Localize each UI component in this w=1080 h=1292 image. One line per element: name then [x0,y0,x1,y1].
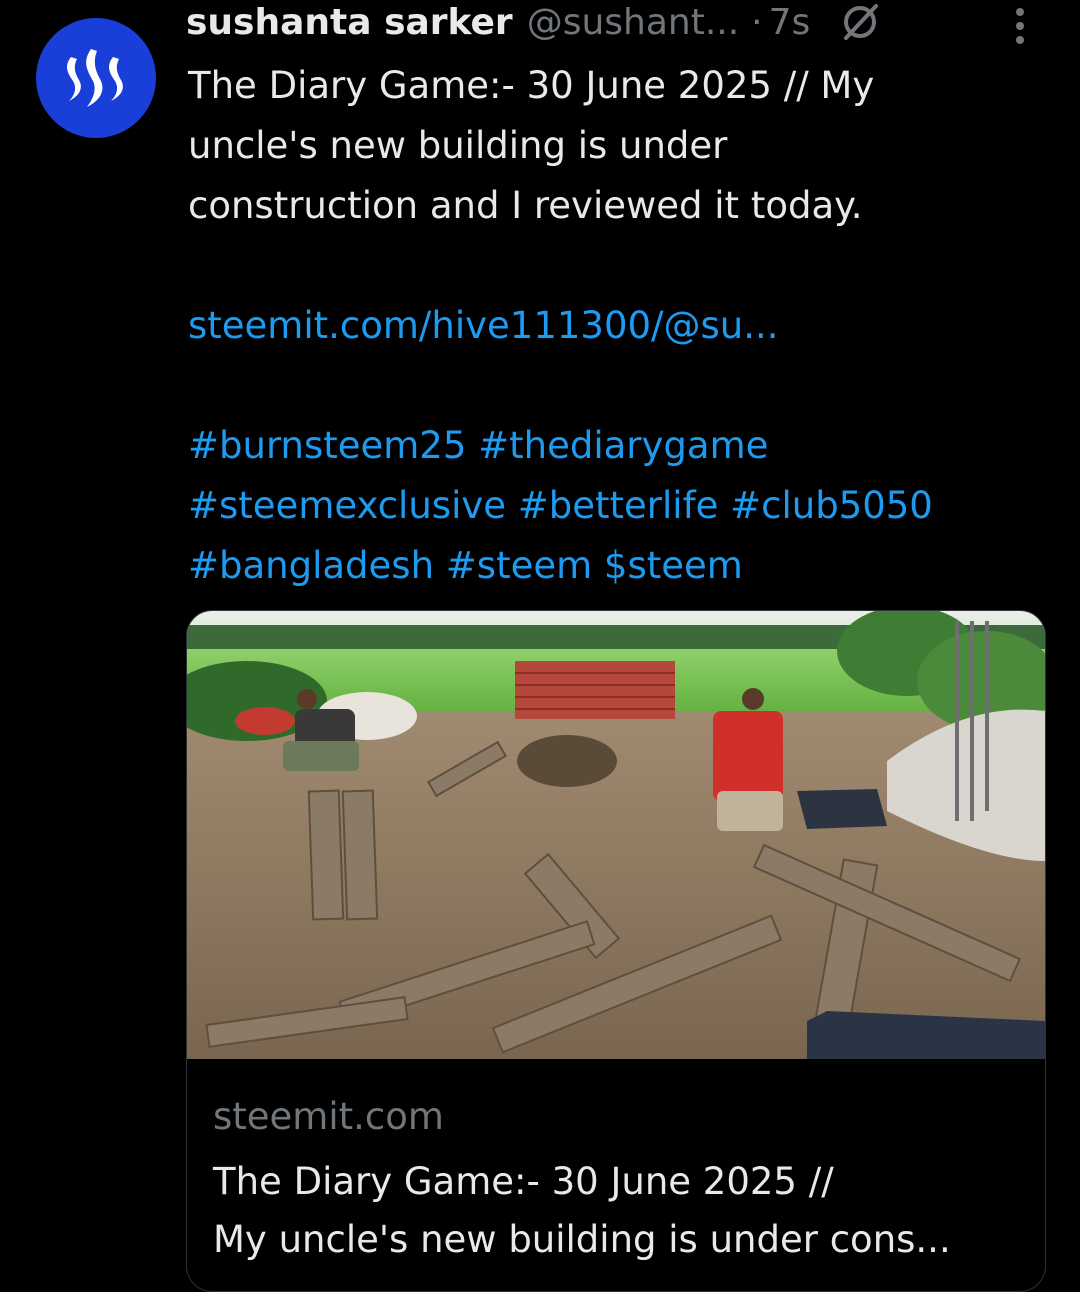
separator-dot: · [751,1,763,43]
no-edit-icon [844,4,879,40]
hashtag-line[interactable]: #burnsteem25 #thediarygame [188,416,1048,476]
card-title-line: The Diary Game:- 30 June 2025 // [213,1160,834,1203]
card-domain: steemit.com [213,1095,444,1138]
tweet-text-line: uncle's new building is under [188,124,728,167]
card-title: The Diary Game:- 30 June 2025 // My uncl… [213,1153,1033,1269]
tweet-text-line: construction and I reviewed it today. [188,184,863,227]
tweet-text-line: The Diary Game:- 30 June 2025 // My [188,64,875,107]
card-image[interactable] [187,611,1045,1059]
link-card[interactable]: steemit.com The Diary Game:- 30 June 202… [186,610,1046,1292]
steem-logo-icon [67,49,123,107]
tweet-header: sushanta sarker @sushant... · 7s [186,0,882,44]
card-title-line: My uncle's new building is under cons... [213,1218,951,1261]
tweet-link[interactable]: steemit.com/hive111300/@su... [188,296,1048,356]
tweet-text: The Diary Game:- 30 June 2025 // My uncl… [188,56,1048,596]
avatar[interactable] [36,18,156,138]
author-handle[interactable]: @sushant... [527,2,739,43]
hashtag-line[interactable]: #steemexclusive #betterlife #club5050 [188,476,1048,536]
timestamp[interactable]: 7s [769,2,811,43]
more-vertical-icon[interactable] [1010,6,1030,46]
hashtag-line[interactable]: #bangladesh #steem $steem [188,536,1048,596]
author-name[interactable]: sushanta sarker [186,2,513,43]
